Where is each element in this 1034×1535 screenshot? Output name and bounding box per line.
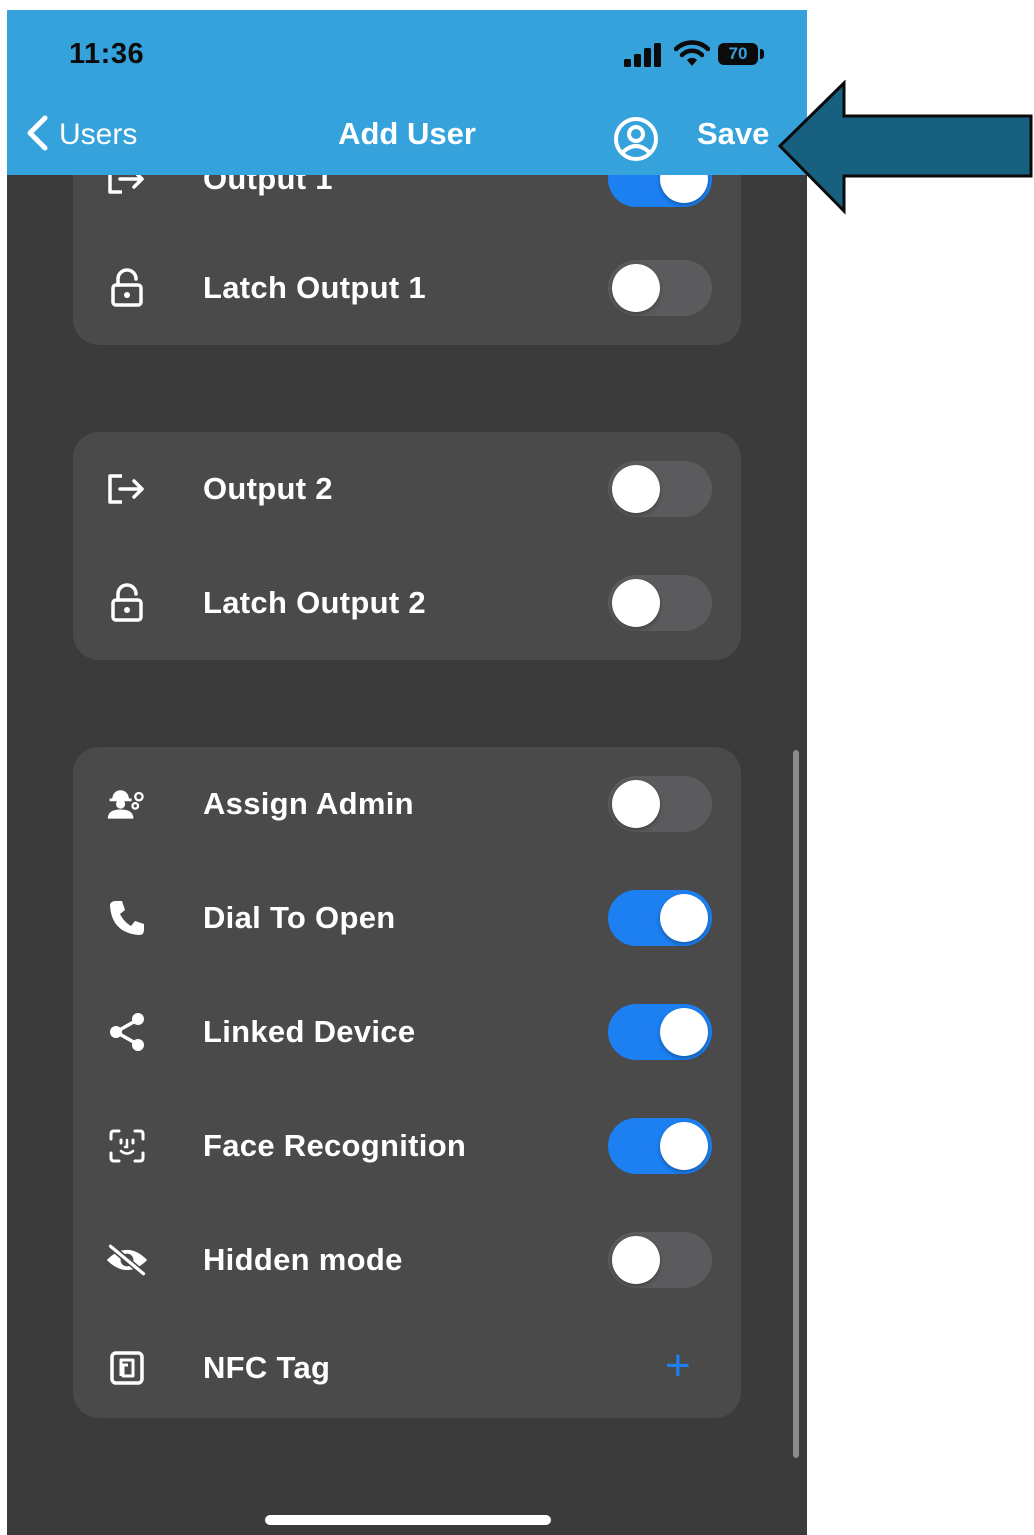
toggle-knob: [612, 579, 660, 627]
row-label: Linked Device: [203, 1014, 416, 1049]
settings-row-hidden-mode: Hidden mode: [73, 1230, 741, 1290]
face-id-icon: [105, 1128, 149, 1164]
settings-row-face-recognition: Face Recognition: [73, 1116, 741, 1176]
settings-row-nfc-tag[interactable]: NFC Tag +: [73, 1338, 741, 1398]
settings-row-latch-output-2: Latch Output 2: [73, 573, 741, 633]
row-label: Latch Output 1: [203, 270, 426, 305]
share-icon: [105, 1013, 149, 1051]
output-icon: [105, 471, 149, 507]
battery-indicator: 70: [718, 43, 758, 65]
page-title: Add User: [338, 116, 476, 151]
row-label: NFC Tag: [203, 1350, 331, 1385]
latch-output-1-toggle[interactable]: [608, 260, 712, 316]
save-button[interactable]: Save: [697, 116, 769, 152]
row-label: Output 2: [203, 471, 333, 506]
settings-row-output-2: Output 2: [73, 459, 741, 519]
status-time: 11:36: [69, 38, 145, 70]
row-label: Latch Output 2: [203, 585, 426, 620]
toggle-knob: [660, 1122, 708, 1170]
assign-admin-toggle[interactable]: [608, 776, 712, 832]
eye-slash-icon: [105, 1242, 149, 1278]
lock-icon: [105, 583, 149, 622]
settings-row-dial-to-open: Dial To Open: [73, 888, 741, 948]
settings-row-assign-admin: Assign Admin: [73, 774, 741, 834]
face-recognition-toggle[interactable]: [608, 1118, 712, 1174]
permissions-card: Assign Admin Dial To Open Linked Device …: [73, 747, 741, 1418]
wifi-icon: [673, 40, 711, 73]
linked-device-toggle[interactable]: [608, 1004, 712, 1060]
toggle-knob: [660, 1008, 708, 1056]
scrollbar[interactable]: [793, 750, 799, 1458]
home-indicator[interactable]: [265, 1515, 551, 1525]
latch-output-2-toggle[interactable]: [608, 575, 712, 631]
admin-icon: [105, 786, 149, 822]
phone-screen: 11:36 70 Users Add User Save Output 1 La…: [7, 10, 807, 1535]
toggle-knob: [660, 894, 708, 942]
row-label: Hidden mode: [203, 1242, 403, 1277]
nfc-icon: [105, 1350, 149, 1386]
lock-icon: [105, 268, 149, 307]
output-2-card: Output 2 Latch Output 2: [73, 432, 741, 660]
hidden-mode-toggle[interactable]: [608, 1232, 712, 1288]
output-2-toggle[interactable]: [608, 461, 712, 517]
row-label: Assign Admin: [203, 786, 414, 821]
toggle-knob: [612, 780, 660, 828]
settings-row-linked-device: Linked Device: [73, 1002, 741, 1062]
battery-tip: [760, 49, 764, 59]
cellular-signal-icon: [624, 43, 666, 72]
phone-icon: [105, 900, 149, 936]
row-label: Face Recognition: [203, 1128, 467, 1163]
toggle-knob: [612, 1236, 660, 1284]
toggle-knob: [612, 264, 660, 312]
callout-arrow-annotation: [777, 80, 1033, 215]
profile-icon[interactable]: [611, 114, 661, 169]
add-nfc-tag-button[interactable]: +: [665, 1342, 691, 1390]
settings-row-latch-output-1: Latch Output 1: [73, 258, 741, 318]
toggle-knob: [612, 465, 660, 513]
row-label: Dial To Open: [203, 900, 396, 935]
navigation-header: 11:36 70 Users Add User Save: [7, 10, 807, 175]
dial-to-open-toggle[interactable]: [608, 890, 712, 946]
